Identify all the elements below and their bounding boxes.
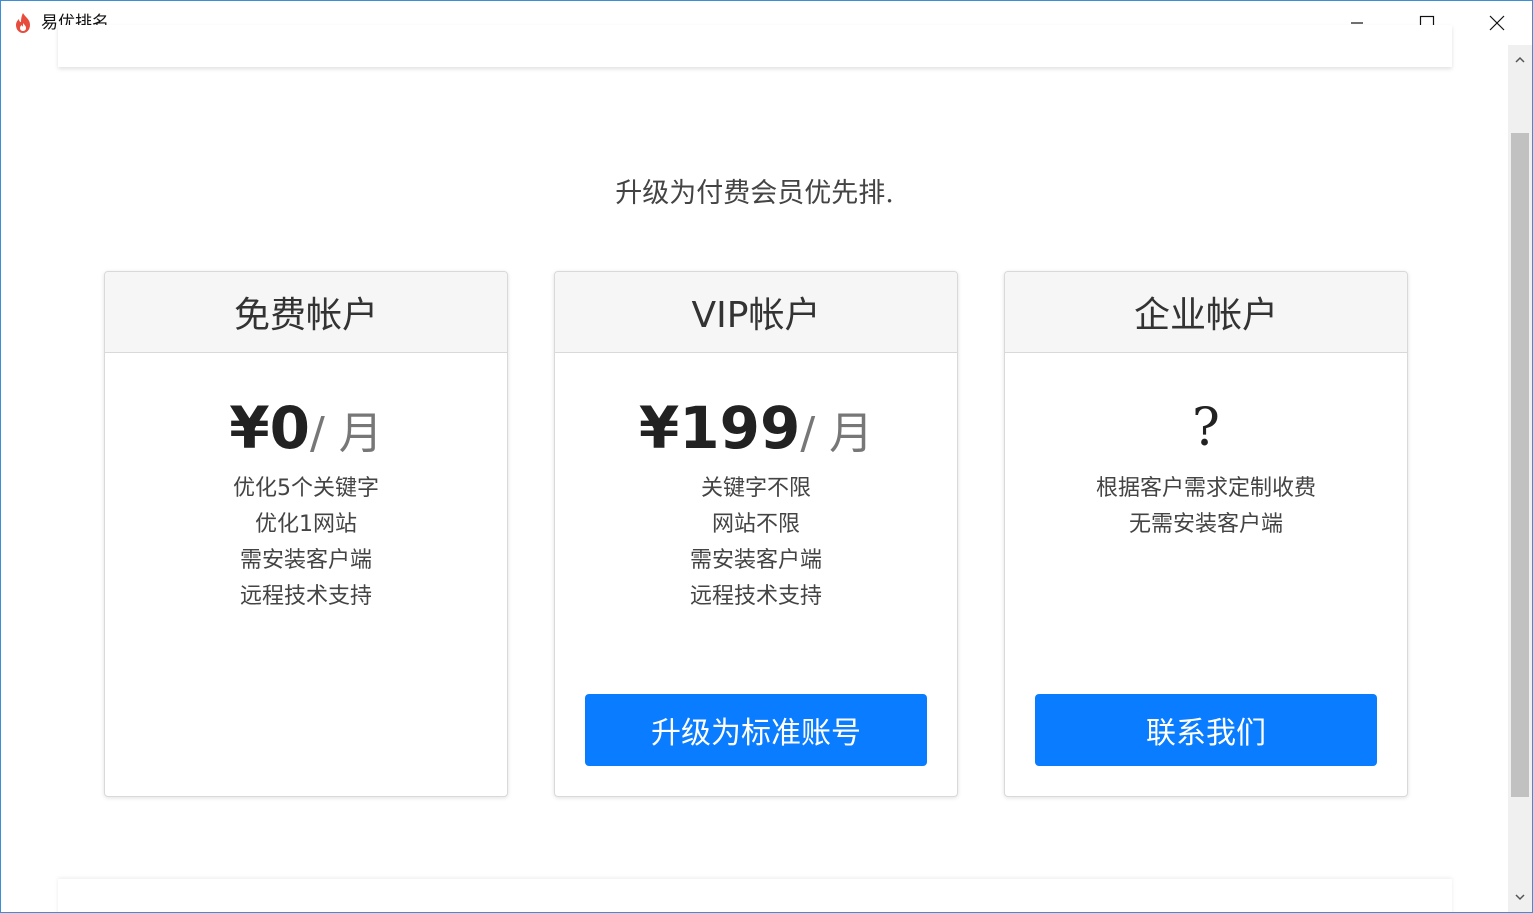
page-content: 升级为付费会员优先排. 免费帐户 ¥0/ 月 优化5个关键字 优化1网站 需安装…: [1, 25, 1508, 912]
close-icon: [1489, 15, 1505, 31]
scroll-up-button[interactable]: [1508, 45, 1532, 75]
plan-card-free: 免费帐户 ¥0/ 月 优化5个关键字 优化1网站 需安装客户端 远程技术支持: [104, 271, 508, 797]
plan-card-vip: VIP帐户 ¥199/ 月 关键字不限 网站不限 需安装客户端 远程技术支持 升…: [554, 271, 958, 797]
feature-item: 优化1网站: [255, 512, 357, 537]
plan-title: 企业帐户: [1005, 272, 1407, 353]
plan-price: ¥199/ 月: [555, 395, 957, 461]
page-heading: 升级为付费会员优先排.: [615, 178, 894, 209]
price-unit: / 月: [309, 408, 383, 459]
feature-list: 关键字不限 网站不限 需安装客户端 远程技术支持: [555, 471, 957, 615]
scroll-down-button[interactable]: [1508, 882, 1532, 912]
plan-price: ¥0/ 月: [105, 395, 507, 461]
plan-title: 免费帐户: [105, 272, 507, 353]
app-window: 易优排名 升级为付费会员优先排. 免费帐户 ¥0/ 月 优化5个关键字 优化1网…: [0, 0, 1533, 913]
price-amount: ¥199: [638, 394, 801, 462]
top-panel: [58, 25, 1452, 67]
feature-item: 需安装客户端: [239, 548, 372, 573]
feature-item: 需安装客户端: [689, 548, 822, 573]
upgrade-button[interactable]: 升级为标准账号: [585, 694, 927, 766]
vertical-scrollbar[interactable]: [1508, 45, 1532, 912]
feature-list: 根据客户需求定制收费 无需安装客户端: [1005, 471, 1407, 543]
feature-item: 无需安装客户端: [1128, 512, 1283, 537]
scrollbar-thumb[interactable]: [1511, 133, 1529, 797]
feature-item: 根据客户需求定制收费: [1095, 476, 1316, 501]
feature-item: 远程技术支持: [239, 584, 372, 609]
flame-logo-icon: [16, 13, 30, 33]
feature-item: 关键字不限: [700, 476, 811, 501]
plan-title: VIP帐户: [555, 272, 957, 353]
plan-card-enterprise: 企业帐户 ? 根据客户需求定制收费 无需安装客户端 联系我们: [1004, 271, 1408, 797]
bottom-panel: [58, 879, 1452, 912]
contact-us-button[interactable]: 联系我们: [1035, 694, 1377, 766]
chevron-down-icon: [1515, 894, 1525, 901]
price-amount: ¥0: [229, 394, 310, 462]
chevron-up-icon: [1515, 56, 1525, 63]
feature-item: 远程技术支持: [689, 584, 822, 609]
price-amount: ?: [1192, 398, 1220, 458]
feature-list: 优化5个关键字 优化1网站 需安装客户端 远程技术支持: [105, 471, 507, 615]
close-button[interactable]: [1462, 1, 1532, 45]
feature-item: 网站不限: [711, 512, 800, 537]
price-unit: / 月: [800, 408, 874, 459]
plan-price: ?: [1005, 395, 1407, 461]
feature-item: 优化5个关键字: [233, 476, 379, 501]
